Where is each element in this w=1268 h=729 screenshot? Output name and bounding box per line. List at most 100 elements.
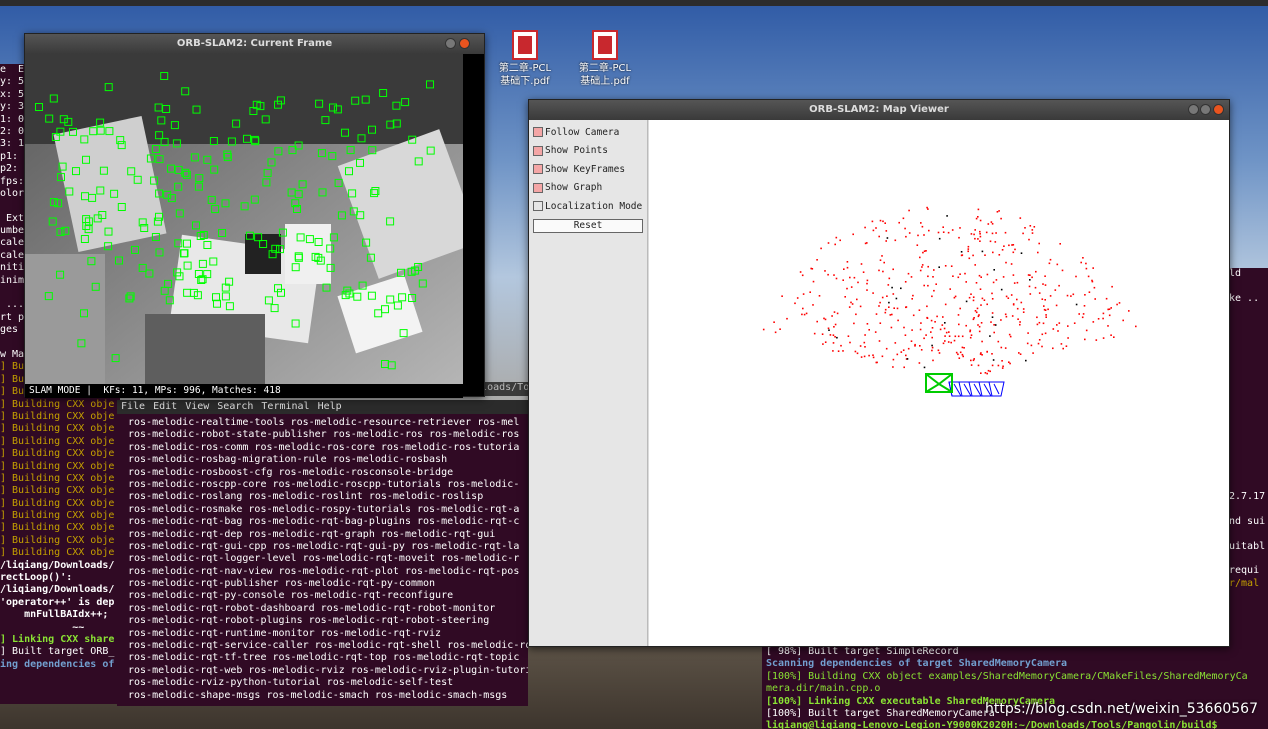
close-icon[interactable] [1213, 104, 1224, 115]
maximize-icon[interactable] [1200, 104, 1211, 115]
map-point [1012, 251, 1015, 254]
map-point [853, 276, 856, 279]
map-point [1008, 333, 1011, 336]
desktop-pdf-icon-1[interactable]: 第二章-PCL 基础下.pdf [490, 30, 560, 88]
map-point [979, 288, 982, 290]
package-terminal[interactable]: File Edit View Search Terminal Help ros-melod… [117, 400, 528, 706]
map-point [917, 234, 919, 237]
map-point [1056, 263, 1059, 266]
minimize-icon[interactable] [445, 38, 456, 49]
checkbox-box[interactable] [533, 145, 543, 156]
map-points [762, 206, 1137, 375]
map-point [881, 355, 884, 358]
map-point [1060, 343, 1063, 345]
map-point [1107, 308, 1109, 311]
map-point [891, 286, 893, 289]
map-point [846, 261, 849, 263]
map-point [969, 329, 972, 332]
map-point [1052, 328, 1055, 330]
map-point [1044, 284, 1047, 286]
map-point [990, 321, 992, 323]
checkbox-box[interactable] [533, 164, 543, 175]
checkbox-box[interactable] [533, 127, 543, 138]
map-point [1055, 304, 1058, 307]
map-point [920, 349, 923, 351]
show-graph-checkbox[interactable]: Show Graph [529, 179, 647, 198]
map-point [991, 353, 993, 355]
map-point [997, 364, 1000, 367]
map-point [911, 329, 913, 331]
localization-mode-checkbox[interactable]: Localization Mode [529, 197, 647, 216]
map-point [859, 305, 862, 308]
map-point [953, 296, 956, 299]
follow-camera-checkbox[interactable]: Follow Camera [529, 123, 647, 142]
map-point [884, 308, 887, 311]
map-point [977, 216, 979, 218]
map-point [878, 305, 880, 307]
terminal-menu-item[interactable]: View [185, 400, 209, 414]
reset-button[interactable]: Reset [533, 218, 643, 233]
terminal-line: liqiang@liqiang-Lenovo-Legion-Y9000K2020… [766, 720, 1218, 729]
map-point [1073, 322, 1076, 324]
map-point [849, 276, 851, 279]
map-point [850, 301, 852, 304]
close-icon[interactable] [459, 38, 470, 49]
map-point [970, 293, 972, 295]
show-keyframes-checkbox[interactable]: Show KeyFrames [529, 160, 647, 179]
terminal-menu-item[interactable]: Edit [153, 400, 177, 414]
keyframes [948, 381, 1005, 397]
map-point [923, 234, 925, 236]
map-point [823, 317, 825, 320]
map-point [762, 328, 765, 331]
map-point [851, 303, 854, 305]
map-point [892, 358, 895, 361]
current-frame-window[interactable]: ORB-SLAM2: Current Frame SLAM MODE | KFs… [24, 33, 485, 398]
camera-frame-image [25, 54, 463, 384]
map-point [942, 226, 944, 228]
map-point [895, 297, 898, 300]
map-point [1005, 261, 1007, 264]
map-point [907, 347, 910, 350]
checkbox-box[interactable] [533, 201, 543, 212]
map-point [1085, 267, 1088, 270]
map-point [1095, 339, 1098, 341]
map-point [1009, 335, 1012, 338]
map-point [1022, 311, 1025, 313]
terminal-menu-item[interactable]: Terminal [261, 400, 309, 414]
camera-frame-view [25, 54, 463, 384]
map-point [824, 341, 827, 343]
map-point [837, 350, 840, 352]
map-point [1110, 307, 1112, 309]
checkbox-box[interactable] [533, 182, 543, 193]
terminal-line: rectLoop()': [0, 572, 73, 584]
map-point [1001, 360, 1003, 362]
terminal-menu-item[interactable]: File [121, 400, 145, 414]
desktop-pdf-icon-2[interactable]: 第二章-PCL 基础上.pdf [570, 30, 640, 88]
current-frame-titlebar[interactable]: ORB-SLAM2: Current Frame [25, 34, 484, 54]
map-viewer-titlebar[interactable]: ORB-SLAM2: Map Viewer [529, 100, 1229, 120]
package-line: ros-melodic-shape-msgs ros-melodic-smach… [128, 689, 508, 701]
package-line: ros-melodic-robot-state-publisher ros-me… [128, 429, 520, 441]
map-point [920, 322, 922, 324]
map-point [959, 273, 961, 275]
map-point [957, 276, 960, 279]
map-point [1067, 337, 1069, 339]
map-point [892, 366, 894, 368]
map-point [875, 313, 878, 315]
map-point [958, 357, 961, 359]
map-point [812, 304, 814, 306]
map-3d-view[interactable] [649, 120, 1229, 646]
map-point [849, 341, 851, 344]
terminal-menu-item[interactable]: Help [318, 400, 342, 414]
map-point [866, 282, 868, 285]
terminal-line: mera.dir/main.cpp.o [766, 683, 881, 695]
map-viewer-window[interactable]: ORB-SLAM2: Map Viewer Follow Camera Show… [528, 99, 1230, 647]
background-terminal-right[interactable]: ld ke .. 2.7.17 nd sui uitabl requi r/mal [1229, 268, 1268, 648]
terminal-menu-item[interactable]: Search [217, 400, 253, 414]
map-point [884, 311, 887, 314]
terminal-line: ~~ [0, 621, 85, 633]
map-point [887, 284, 890, 286]
show-points-checkbox[interactable]: Show Points [529, 142, 647, 161]
minimize-icon[interactable] [1188, 104, 1199, 115]
map-point [888, 277, 891, 280]
